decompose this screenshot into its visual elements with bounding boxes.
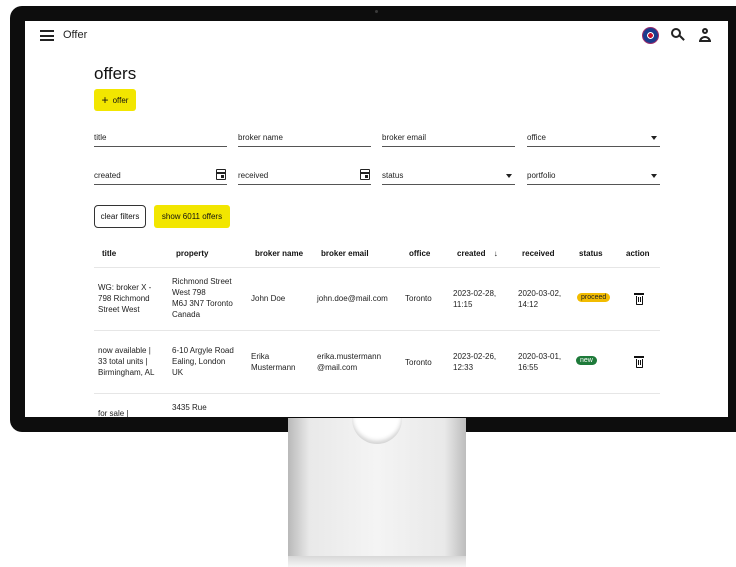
add-offer-label: offer <box>112 95 129 105</box>
broker-name-filter-label: broker name <box>238 133 283 142</box>
table-row-1-broker-email: john.doe@mail.com <box>317 294 388 303</box>
portfolio-select-label: portfolio <box>527 171 556 180</box>
row-divider <box>94 393 660 394</box>
received-filter-label: received <box>238 171 269 180</box>
trash-icon[interactable] <box>634 356 644 368</box>
menu-icon[interactable] <box>40 30 54 41</box>
title-filter-label: title <box>94 133 107 142</box>
trash-icon[interactable] <box>634 293 644 305</box>
column-header-office[interactable]: office <box>409 249 430 258</box>
table-row-1-created: 2023-02-28, 11:15 <box>453 289 497 309</box>
table-row-3-title[interactable]: for sale | <box>98 408 129 417</box>
received-date-filter[interactable]: received <box>238 169 371 185</box>
table-row-2-broker-name: Erika Mustermann <box>251 352 296 372</box>
table-row-2-broker-email: erika.mustermann @mail.com <box>317 352 382 372</box>
calendar-icon[interactable] <box>216 169 226 180</box>
office-select-label: office <box>527 133 546 142</box>
sort-down-icon: ↓ <box>493 249 498 258</box>
table-row-2-created: 2023-02-26, 12:33 <box>453 352 497 372</box>
dropdown-caret-icon <box>651 136 657 140</box>
header-divider <box>94 267 660 268</box>
broker-name-filter[interactable]: broker name <box>238 131 371 147</box>
column-header-title[interactable]: title <box>102 249 116 258</box>
office-select[interactable]: office <box>527 131 660 147</box>
column-header-status[interactable]: status <box>579 249 603 258</box>
portfolio-select[interactable]: portfolio <box>527 169 660 185</box>
page-title: offers <box>94 64 137 83</box>
table-row-1-received: 2020-03-02, 14:12 <box>518 289 562 309</box>
calendar-icon[interactable] <box>360 169 370 180</box>
add-offer-button[interactable]: + offer <box>94 89 136 111</box>
table-row-1-title[interactable]: WG: broker X -798 Richmond Street West <box>98 282 151 315</box>
created-date-filter[interactable]: created <box>94 169 227 185</box>
plus-icon: + <box>101 93 109 107</box>
row-divider <box>94 330 660 331</box>
created-filter-label: created <box>94 171 121 180</box>
table-row-2-title[interactable]: now available | 33 total units | Birmingha… <box>98 345 154 378</box>
table-row-2-property: 6-10 Argyle Road Ealing, London UK <box>172 346 234 377</box>
dropdown-caret-icon <box>651 174 657 178</box>
camera-dot <box>375 10 378 13</box>
column-header-received[interactable]: received <box>522 249 554 258</box>
screen: Offer offers + offer title broker name b… <box>25 21 728 417</box>
language-flag-icon[interactable] <box>642 27 659 44</box>
column-header-created[interactable]: created ↓ <box>457 249 498 258</box>
app-title: Offer <box>63 29 88 41</box>
user-icon[interactable] <box>698 28 712 42</box>
table-row-1-property: Richmond Street West 798 M6J 3N7 Toronto Ca… <box>172 277 233 319</box>
table-row-2-received: 2020-03-01, 16:55 <box>518 352 562 372</box>
title-filter[interactable]: title <box>94 131 227 147</box>
status-badge: new <box>576 356 597 365</box>
table-row-3-property: 3435 Rue <box>172 403 207 412</box>
column-header-action: action <box>626 249 650 258</box>
table-row-2-office: Toronto <box>405 358 432 367</box>
table-row-1-broker-name: John Doe <box>251 294 286 303</box>
search-icon[interactable] <box>671 28 685 42</box>
dropdown-caret-icon <box>506 174 512 178</box>
stand-base <box>288 556 466 567</box>
broker-email-filter[interactable]: broker email <box>382 131 515 147</box>
status-badge: proceed <box>577 293 611 302</box>
status-select[interactable]: status <box>382 169 515 185</box>
app-bar: Offer <box>25 21 728 51</box>
status-select-label: status <box>382 171 404 180</box>
column-header-broker-name[interactable]: broker name <box>255 249 303 258</box>
column-header-broker-email[interactable]: broker email <box>321 249 369 258</box>
column-header-property[interactable]: property <box>176 249 208 258</box>
show-offers-button[interactable]: show 6011 offers <box>154 205 230 228</box>
column-header-created-label: created <box>457 249 486 258</box>
clear-filters-button[interactable]: clear filters <box>94 205 146 228</box>
table-row-1-office: Toronto <box>405 294 432 303</box>
broker-email-filter-label: broker email <box>382 133 427 142</box>
